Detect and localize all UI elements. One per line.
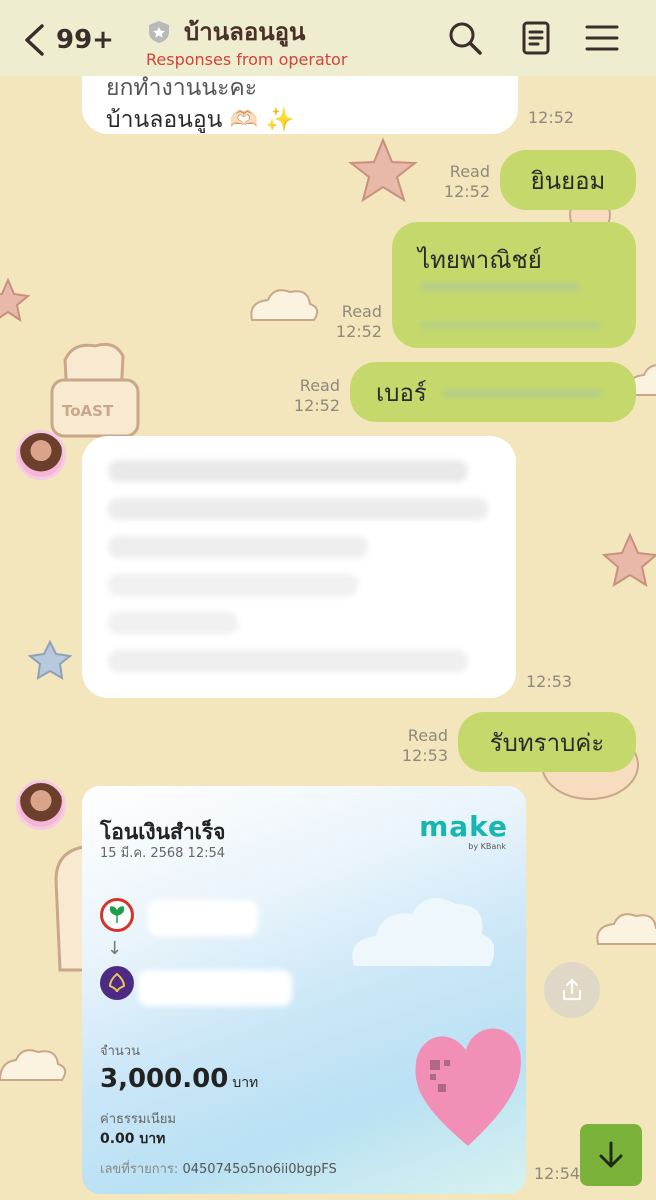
reference-row: เลขที่รายการ: 0450745o5no6ii0bgpFS bbox=[100, 1158, 337, 1179]
timestamp: 12:52 bbox=[528, 108, 575, 127]
chat-header: 99+ บ้านลอนอูน Responses from operator bbox=[0, 0, 656, 76]
chat-title-row[interactable]: บ้านลอนอูน bbox=[148, 12, 305, 51]
kbank-logo-icon bbox=[100, 898, 134, 932]
timestamp: 12:52 bbox=[335, 322, 382, 341]
message-text: เบอร์ bbox=[376, 378, 427, 407]
message-text: รับทราบค่ะ bbox=[489, 728, 605, 757]
redacted-text bbox=[108, 536, 368, 558]
reference-label: เลขที่รายการ: bbox=[100, 1162, 179, 1177]
scroll-to-bottom-button[interactable] bbox=[580, 1124, 642, 1186]
arrow-down-icon: ↓ bbox=[107, 938, 123, 959]
cloud-decoration bbox=[352, 897, 494, 966]
message-bubble-incoming[interactable] bbox=[82, 436, 516, 698]
avatar[interactable] bbox=[16, 430, 66, 480]
chat-subtitle: Responses from operator bbox=[146, 50, 348, 69]
amount-label: จำนวน bbox=[100, 1044, 140, 1059]
slip-datetime: 15 มี.ค. 2568 12:54 bbox=[100, 846, 226, 861]
search-icon[interactable] bbox=[447, 20, 483, 56]
shield-icon bbox=[149, 20, 169, 43]
redacted-text bbox=[108, 612, 238, 634]
message-bubble-outgoing[interactable]: รับทราบค่ะ bbox=[458, 712, 636, 772]
fee-label: ค่าธรรมเนียม bbox=[100, 1112, 176, 1127]
heart-sticker bbox=[415, 1028, 521, 1146]
message-bubble-outgoing[interactable]: ไทยพาณิชย์ bbox=[392, 222, 636, 348]
timestamp: 12:53 bbox=[401, 746, 448, 765]
message-text: บ้านลอนอูน 🫶🏻 ✨ bbox=[106, 107, 295, 133]
message-text: ยกทำงานนะคะ bbox=[106, 75, 258, 101]
message-meta: Read 12:52 bbox=[322, 302, 382, 342]
message-text: ยินยอม bbox=[530, 166, 606, 195]
currency: บาท bbox=[232, 1075, 259, 1091]
chat-title: บ้านลอนอูน bbox=[184, 18, 306, 46]
redacted-text bbox=[108, 498, 488, 520]
timestamp: 12:54 bbox=[534, 1164, 581, 1183]
menu-icon[interactable] bbox=[584, 20, 620, 56]
message-bubble-outgoing[interactable]: ยินยอม bbox=[500, 150, 636, 210]
timestamp: 12:52 bbox=[443, 182, 490, 201]
message-time: 12:52 bbox=[528, 108, 578, 128]
timestamp: 12:53 bbox=[526, 672, 573, 691]
message-meta: Read 12:52 bbox=[430, 162, 490, 202]
fee-value: 0.00 บาท bbox=[100, 1131, 166, 1147]
back-chevron-icon bbox=[25, 24, 44, 56]
redacted-text bbox=[108, 574, 358, 596]
scb-logo-icon bbox=[100, 966, 134, 1000]
redacted-sender bbox=[148, 900, 258, 936]
back-button[interactable]: 99+ bbox=[22, 20, 122, 60]
brand-name: make bbox=[419, 810, 508, 843]
redacted-text bbox=[108, 650, 468, 672]
amount-row: 3,000.00 บาท bbox=[100, 1064, 258, 1094]
notes-icon[interactable] bbox=[518, 20, 554, 56]
message-text: ไทยพาณิชย์ bbox=[418, 246, 542, 274]
message-time: 12:53 bbox=[526, 672, 576, 692]
unread-count: 99+ bbox=[56, 25, 114, 55]
timestamp: 12:52 bbox=[293, 396, 340, 415]
arrow-down-icon bbox=[599, 1141, 623, 1168]
share-icon bbox=[562, 978, 582, 1001]
read-receipt: Read bbox=[299, 376, 340, 395]
message-meta: Read 12:52 bbox=[280, 376, 340, 416]
reference-number: 0450745o5no6ii0bgpFS bbox=[182, 1162, 337, 1177]
share-button[interactable] bbox=[544, 962, 600, 1018]
redacted-receiver bbox=[138, 970, 292, 1006]
message-bubble-outgoing[interactable]: เบอร์ bbox=[350, 362, 636, 422]
redacted-text bbox=[442, 390, 602, 397]
transfer-slip-image[interactable]: โอนเงินสำเร็จ 15 มี.ค. 2568 12:54 make b… bbox=[82, 786, 526, 1194]
redacted-text bbox=[420, 322, 600, 328]
read-receipt: Read bbox=[449, 162, 490, 181]
read-receipt: Read bbox=[341, 302, 382, 321]
make-logo: make bbox=[419, 810, 508, 843]
redacted-text bbox=[420, 284, 580, 290]
message-time: 12:54 bbox=[534, 1164, 584, 1184]
avatar[interactable] bbox=[16, 780, 66, 830]
amount-value: 3,000.00 bbox=[100, 1064, 229, 1094]
message-meta: Read 12:53 bbox=[388, 726, 448, 766]
brand-sub: by KBank bbox=[468, 842, 506, 851]
redacted-text bbox=[108, 460, 468, 482]
svg-text:ToAST: ToAST bbox=[62, 402, 114, 420]
read-receipt: Read bbox=[407, 726, 448, 745]
